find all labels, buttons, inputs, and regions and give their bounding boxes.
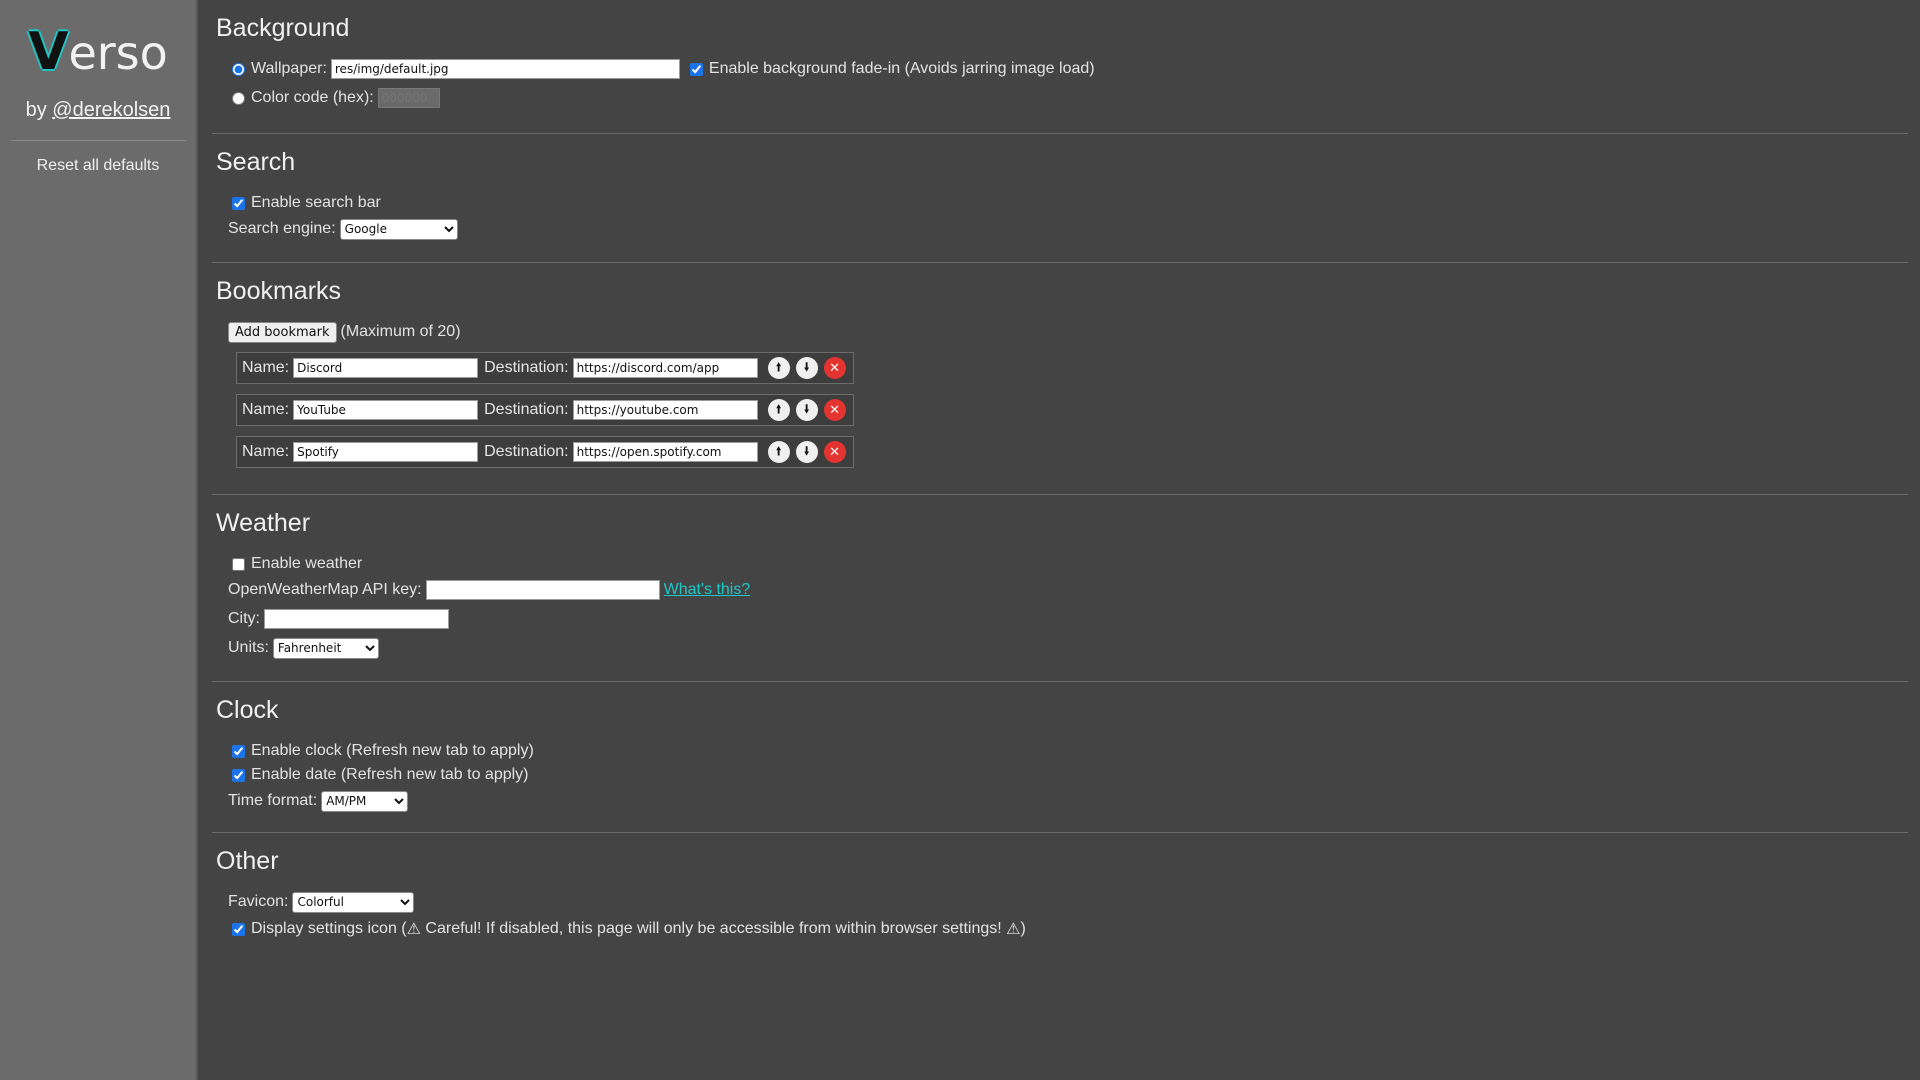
bookmark-name-input[interactable]: [293, 400, 479, 420]
sidebar-divider: [10, 140, 186, 141]
section-title: Bookmarks: [216, 277, 342, 305]
move-up-icon[interactable]: 🠙: [767, 441, 790, 463]
color-hex-input[interactable]: [377, 88, 440, 108]
sidebar: Verso by @derekolsen Reset all defaults: [0, 0, 198, 1080]
section-title: Background: [216, 14, 350, 42]
clock-enable-checkbox[interactable]: [232, 744, 245, 758]
bookmark-row: Name: Destination: 🠙 🠛 ✕: [236, 394, 854, 426]
bookmark-row: Name: Destination: 🠙 🠛 ✕: [236, 436, 854, 468]
search-section: Search Enable search bar Search engine: …: [212, 134, 1908, 262]
weather-enable-checkbox[interactable]: [232, 557, 245, 571]
section-title: Weather: [216, 509, 311, 537]
date-enable-checkbox[interactable]: [232, 768, 245, 782]
search-enable-checkbox[interactable]: [232, 196, 245, 210]
time-format-select[interactable]: AM/PM: [321, 790, 409, 812]
bookmark-name-input[interactable]: [293, 358, 479, 378]
bookmark-destination-input[interactable]: [572, 442, 758, 462]
warning-icon: ⚠: [1006, 921, 1021, 938]
units-select[interactable]: Fahrenheit: [272, 637, 379, 659]
move-down-icon[interactable]: 🠛: [795, 441, 818, 463]
author-link[interactable]: @derekolsen: [52, 99, 170, 121]
whats-this-link[interactable]: What's this?: [664, 581, 751, 599]
move-up-icon[interactable]: 🠙: [767, 357, 790, 379]
bookmark-destination-input[interactable]: [572, 358, 758, 378]
app-logo: Verso: [28, 22, 168, 82]
favicon-select[interactable]: Colorful: [292, 891, 415, 913]
wallpaper-radio[interactable]: [232, 62, 245, 76]
bookmarks-section: Bookmarks Add bookmark (Maximum of 20) N…: [212, 263, 1908, 494]
byline: by @derekolsen: [25, 99, 171, 121]
bookmark-destination-input[interactable]: [572, 400, 758, 420]
city-input[interactable]: [264, 609, 449, 629]
move-down-icon[interactable]: 🠛: [795, 399, 818, 421]
move-up-icon[interactable]: 🠙: [767, 399, 790, 421]
section-title: Other: [216, 847, 279, 875]
bookmark-name-input[interactable]: [293, 442, 479, 462]
clock-section: Clock Enable clock (Refresh new tab to a…: [212, 682, 1908, 832]
api-key-input[interactable]: [425, 580, 660, 600]
add-bookmark-button[interactable]: Add bookmark: [228, 321, 337, 343]
wallpaper-input[interactable]: [330, 59, 680, 79]
section-title: Clock: [216, 696, 279, 724]
search-engine-select[interactable]: Google: [339, 218, 458, 240]
bookmark-row: Name: Destination: 🠙 🠛 ✕: [236, 352, 854, 384]
color-radio[interactable]: [232, 91, 245, 105]
settings-icon-checkbox[interactable]: [232, 922, 245, 936]
move-down-icon[interactable]: 🠛: [795, 357, 818, 379]
delete-icon[interactable]: ✕: [823, 357, 846, 379]
section-title: Search: [216, 148, 296, 176]
delete-icon[interactable]: ✕: [823, 399, 846, 421]
weather-section: Weather Enable weather OpenWeatherMap AP…: [212, 495, 1908, 681]
fadein-checkbox[interactable]: [689, 62, 703, 76]
delete-icon[interactable]: ✕: [823, 441, 846, 463]
background-section: Background Wallpaper: Enable background …: [212, 0, 1908, 133]
warning-icon: ⚠: [406, 921, 421, 938]
settings-main: Background Wallpaper: Enable background …: [212, 0, 1908, 941]
other-section: Other Favicon: Colorful Display settings…: [212, 833, 1908, 941]
reset-defaults-link[interactable]: Reset all defaults: [0, 157, 196, 175]
